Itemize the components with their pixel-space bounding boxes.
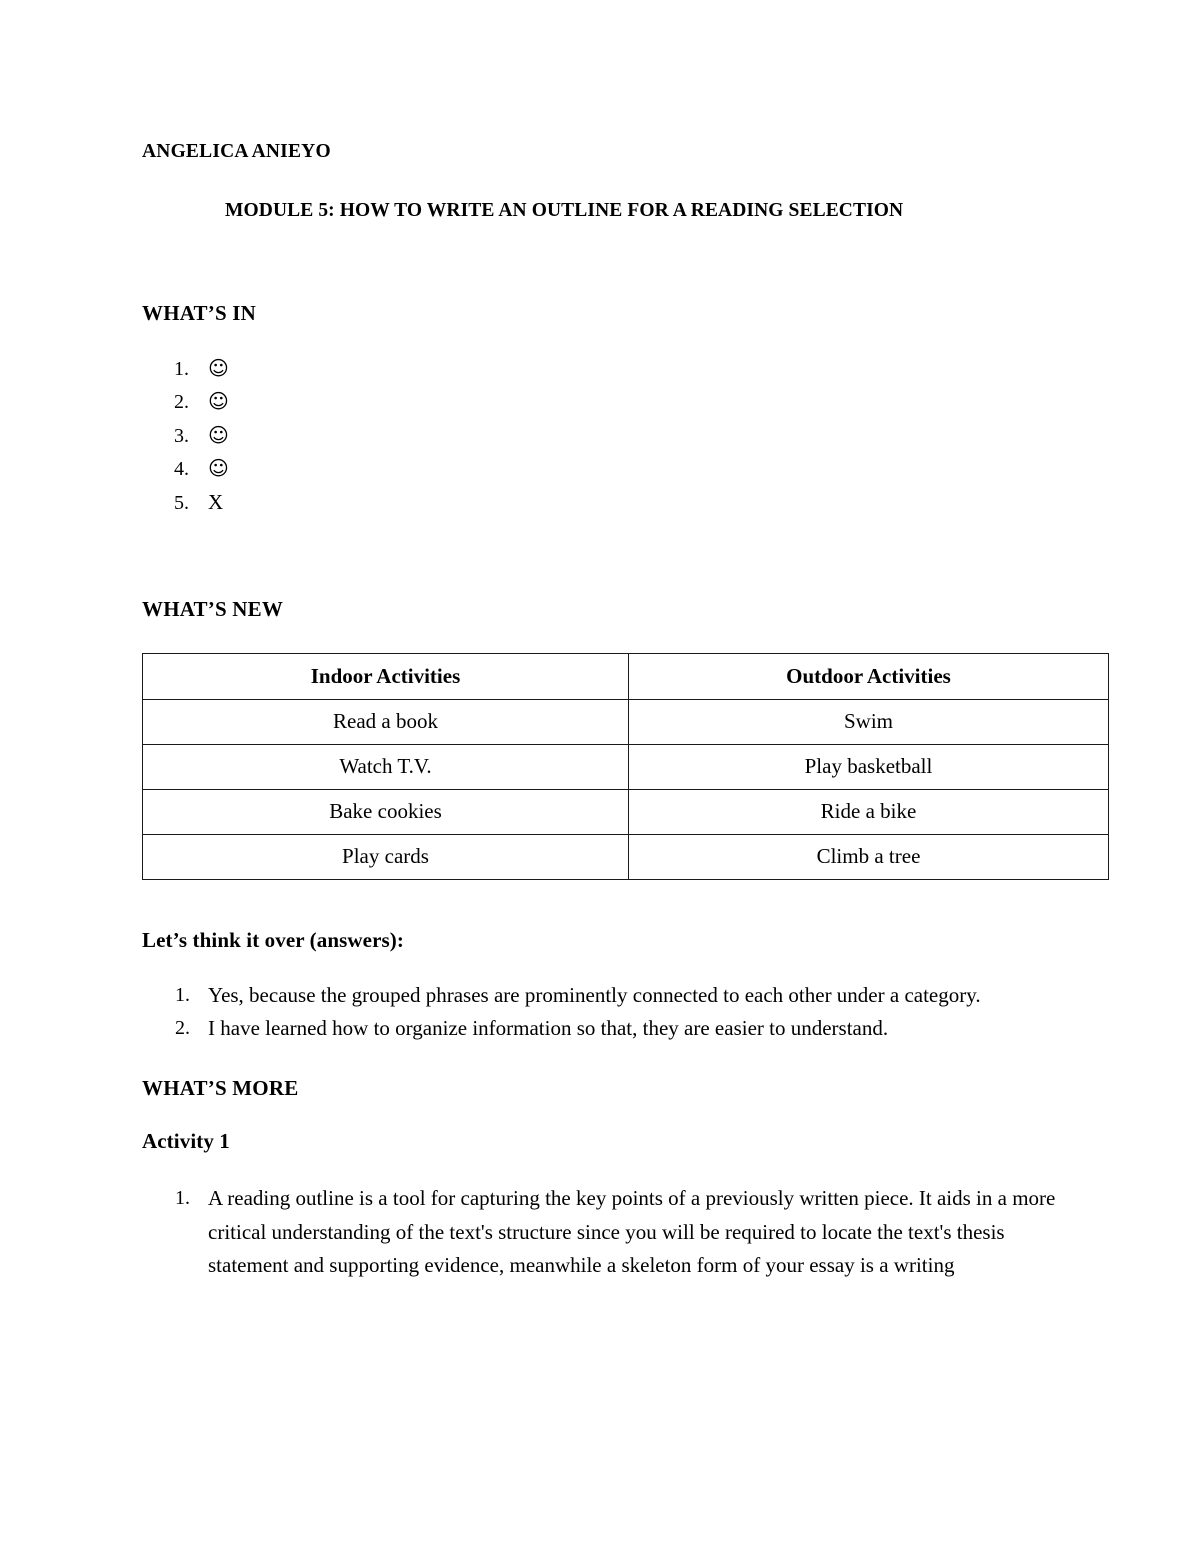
table-cell-indoor: Read a book <box>142 698 629 745</box>
section-heading-whats-new: WHAT’S NEW <box>142 597 284 622</box>
module-title: MODULE 5: HOW TO WRITE AN OUTLINE FOR A … <box>225 200 904 222</box>
table-header-indoor: Indoor Activities <box>142 652 629 700</box>
table-cell-indoor: Watch T.V. <box>142 743 629 790</box>
whats-in-symbol-list: 1. ☺ 2. ☺ 3. ☺ 4. ☺ 5. X <box>142 358 1072 526</box>
activities-table: Indoor Activities Outdoor Activities Rea… <box>142 652 1109 880</box>
list-item-number: 5. <box>174 491 189 514</box>
table-cell-outdoor: Play basketball <box>628 743 1109 790</box>
smiley-face-icon: ☺ <box>208 456 229 481</box>
table-row: Play cards Climb a tree <box>142 833 1109 880</box>
list-item-number: 4. <box>174 458 189 481</box>
table-cell-outdoor: Ride a bike <box>628 788 1109 835</box>
document-page: ANGELICA ANIEYO MODULE 5: HOW TO WRITE A… <box>0 0 1200 1553</box>
table-cell-indoor: Play cards <box>142 833 629 880</box>
list-item-number: 2. <box>174 391 189 414</box>
table-row: Watch T.V. Play basketball <box>142 743 1109 790</box>
list-item: 3. ☺ <box>142 425 1072 459</box>
activity-heading: Activity 1 <box>142 1129 230 1154</box>
list-item-number: 1. <box>175 1187 190 1210</box>
section-heading-whats-more: WHAT’S MORE <box>142 1075 299 1100</box>
think-it-over-heading: Let’s think it over (answers): <box>142 927 404 952</box>
list-item-text: A reading outline is a tool for capturin… <box>208 1186 1056 1278</box>
smiley-face-icon: ☺ <box>208 355 229 380</box>
think-it-over-answers: 1. Yes, because the grouped phrases are … <box>142 979 1072 1046</box>
x-mark-icon: X <box>208 489 224 514</box>
list-item: 1. A reading outline is a tool for captu… <box>142 1182 1072 1283</box>
list-item-number: 2. <box>175 1017 190 1040</box>
list-item-number: 3. <box>174 424 189 447</box>
table-row: Bake cookies Ride a bike <box>142 788 1109 835</box>
table-row: Read a book Swim <box>142 698 1109 745</box>
section-heading-whats-in: WHAT’S IN <box>142 300 257 325</box>
table-cell-outdoor: Swim <box>628 698 1109 745</box>
list-item: 2. ☺ <box>142 391 1072 425</box>
list-item-number: 1. <box>174 357 189 380</box>
list-item-text: I have learned how to organize informati… <box>208 1016 889 1041</box>
table-cell-outdoor: Climb a tree <box>628 833 1109 880</box>
list-item: 5. X <box>142 489 1072 526</box>
list-item: 4. ☺ <box>142 458 1072 492</box>
list-item: 2. I have learned how to organize inform… <box>142 1012 1072 1046</box>
document-content: ANGELICA ANIEYO MODULE 5: HOW TO WRITE A… <box>142 140 1109 1283</box>
author-name: ANGELICA ANIEYO <box>142 141 331 162</box>
smiley-face-icon: ☺ <box>208 389 229 414</box>
list-item-text: Yes, because the grouped phrases are pro… <box>208 982 981 1007</box>
list-item: 1. Yes, because the grouped phrases are … <box>142 979 1072 1013</box>
list-item: 1. ☺ <box>142 358 1072 392</box>
activity-items: 1. A reading outline is a tool for captu… <box>142 1182 1072 1283</box>
table-header-row: Indoor Activities Outdoor Activities <box>142 652 1109 700</box>
smiley-face-icon: ☺ <box>208 422 229 447</box>
table-header-outdoor: Outdoor Activities <box>628 652 1109 700</box>
table-cell-indoor: Bake cookies <box>142 788 629 835</box>
list-item-number: 1. <box>175 983 190 1006</box>
